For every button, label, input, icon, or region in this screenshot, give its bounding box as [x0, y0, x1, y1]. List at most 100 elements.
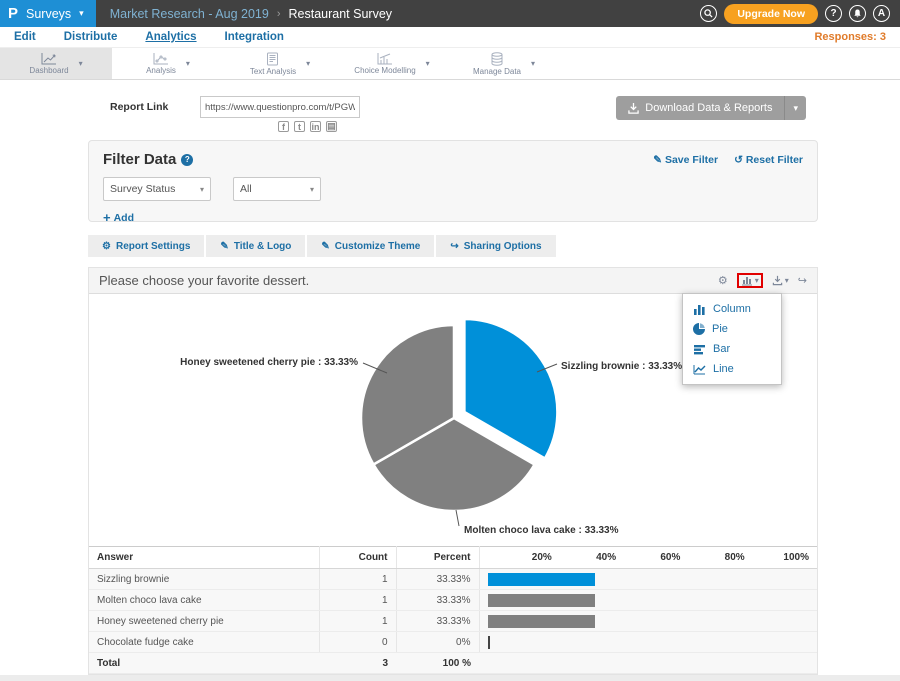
- edit-icon: ✎: [653, 154, 662, 166]
- tab-sharing-options[interactable]: ↪ Sharing Options: [436, 235, 555, 257]
- report-link-row: Report Link f t in ▤ Download Data & Rep…: [88, 94, 818, 130]
- menu-item-line[interactable]: Line: [683, 359, 781, 379]
- percent-cell: 33.33%: [396, 569, 479, 590]
- share-icon: ↪: [450, 241, 458, 252]
- filter-field-select[interactable]: Survey Status ▾: [103, 177, 211, 201]
- nav-integration[interactable]: Integration: [225, 31, 284, 43]
- download-data-reports-button[interactable]: Download Data & Reports ▾: [616, 96, 806, 120]
- search-icon[interactable]: [700, 5, 717, 22]
- report-link-label: Report Link: [110, 101, 168, 113]
- share-social-icons: f t in ▤: [278, 121, 337, 132]
- filter-data-title: Filter Data: [103, 151, 176, 168]
- chevron-down-icon: ▾: [300, 185, 314, 194]
- line-chart-icon: [693, 364, 706, 375]
- tab-analysis[interactable]: Analysis ▾: [112, 48, 224, 79]
- report-settings-tabs: ⚙ Report Settings ✎ Title & Logo ✎ Custo…: [88, 235, 818, 257]
- percent-cell: 33.33%: [396, 611, 479, 632]
- gear-icon: ⚙: [102, 241, 111, 252]
- count-column-header: Count: [319, 547, 396, 569]
- tab-report-settings[interactable]: ⚙ Report Settings: [88, 235, 204, 257]
- count-cell[interactable]: 1: [319, 611, 396, 632]
- menu-item-pie[interactable]: Pie: [683, 319, 781, 339]
- table-total-row: Total 3 100 %: [89, 653, 817, 674]
- count-cell[interactable]: 1: [319, 590, 396, 611]
- percent-bar: [488, 636, 490, 649]
- tab-choice-modelling[interactable]: Choice Modelling ▾: [336, 48, 448, 79]
- chevron-down-icon[interactable]: ▾: [426, 59, 430, 68]
- plus-icon: +: [103, 210, 111, 225]
- breadcrumb-separator: ›: [277, 8, 281, 20]
- filter-data-section: Filter Data ? ✎ Save Filter ↺ Reset Filt…: [88, 140, 818, 222]
- tab-text-analysis[interactable]: Text Analysis ▾: [224, 48, 336, 79]
- chart-type-icon[interactable]: ▾: [741, 275, 759, 286]
- answer-cell: Molten choco lava cake: [89, 590, 319, 611]
- tab-manage-data[interactable]: Manage Data ▾: [448, 48, 560, 79]
- menu-item-column[interactable]: Column: [683, 299, 781, 319]
- table-row: Molten choco lava cake 1 33.33%: [89, 590, 817, 611]
- help-icon[interactable]: ?: [825, 5, 842, 22]
- responses-count[interactable]: Responses: 3: [814, 31, 886, 43]
- table-row: Chocolate fudge cake 0 0%: [89, 632, 817, 653]
- table-row: Honey sweetened cherry pie 1 33.33%: [89, 611, 817, 632]
- chart-type-menu: Column Pie Bar Line: [682, 293, 782, 385]
- surveys-product-switcher[interactable]: P Surveys ▾: [0, 0, 96, 27]
- filter-value-select[interactable]: All ▾: [233, 177, 321, 201]
- menu-item-bar[interactable]: Bar: [683, 339, 781, 359]
- nav-edit[interactable]: Edit: [14, 31, 36, 43]
- tab-dashboard[interactable]: Dashboard ▾: [0, 48, 112, 79]
- questionpro-logo: P: [8, 5, 18, 22]
- chart-download-icon[interactable]: ▾: [772, 275, 789, 286]
- percent-cell: 0%: [396, 632, 479, 653]
- linkedin-icon[interactable]: in: [310, 121, 321, 132]
- column-chart-icon: [693, 304, 706, 315]
- breadcrumb-parent[interactable]: Market Research - Aug 2019: [110, 7, 269, 21]
- percent-cell: 33.33%: [396, 590, 479, 611]
- count-cell[interactable]: 1: [319, 569, 396, 590]
- download-icon: [628, 103, 639, 114]
- save-filter-link[interactable]: ✎ Save Filter: [653, 154, 718, 166]
- chart-settings-gears-icon[interactable]: ⚙: [718, 274, 728, 287]
- top-bar-actions: Upgrade Now ? A: [700, 0, 900, 27]
- database-icon: [490, 52, 504, 66]
- chart-share-icon[interactable]: ↪: [798, 274, 807, 287]
- analysis-chart-icon: [153, 52, 169, 65]
- reset-icon: ↺: [734, 154, 743, 166]
- avatar[interactable]: A: [873, 5, 890, 22]
- results-table: Answer Count Percent 20% 40% 60% 80% 100…: [89, 546, 817, 674]
- total-count: 3: [319, 653, 396, 674]
- nav-distribute[interactable]: Distribute: [64, 31, 118, 43]
- embed-icon[interactable]: ▤: [326, 121, 337, 132]
- analytics-toolbar: Dashboard ▾ Analysis ▾ Text Analysis ▾ C…: [0, 48, 900, 80]
- total-label: Total: [89, 653, 319, 674]
- question-chart-panel: Please choose your favorite dessert. ⚙ ▾…: [88, 267, 818, 675]
- tab-customize-theme[interactable]: ✎ Customize Theme: [307, 235, 434, 257]
- total-percent: 100 %: [396, 653, 479, 674]
- chevron-down-icon[interactable]: ▾: [531, 59, 535, 68]
- reset-filter-link[interactable]: ↺ Reset Filter: [734, 154, 803, 166]
- percent-scale-header: 20% 40% 60% 80% 100%: [479, 547, 817, 569]
- chevron-down-icon[interactable]: ▾: [79, 59, 83, 68]
- upgrade-now-button[interactable]: Upgrade Now: [724, 4, 818, 24]
- chevron-down-icon[interactable]: ▾: [306, 59, 310, 68]
- filter-help-icon[interactable]: ?: [181, 154, 193, 166]
- chevron-down-icon[interactable]: ▾: [186, 59, 190, 68]
- main-content: Report Link f t in ▤ Download Data & Rep…: [88, 94, 818, 675]
- pie-slice-label: Molten choco lava cake : 33.33%: [464, 525, 619, 536]
- count-cell[interactable]: 0: [319, 632, 396, 653]
- chevron-down-icon[interactable]: ▾: [755, 276, 759, 285]
- twitter-icon[interactable]: t: [294, 121, 305, 132]
- notifications-bell-icon[interactable]: [849, 5, 866, 22]
- report-link-input[interactable]: [200, 96, 360, 118]
- download-options-caret[interactable]: ▾: [784, 96, 806, 120]
- answer-cell: Sizzling brownie: [89, 569, 319, 590]
- answer-column-header: Answer: [89, 547, 319, 569]
- tab-title-logo[interactable]: ✎ Title & Logo: [206, 235, 305, 257]
- dashboard-chart-icon: [41, 52, 57, 65]
- top-bar: P Surveys ▾ Market Research - Aug 2019 ›…: [0, 0, 900, 27]
- chart-panel-header: Please choose your favorite dessert. ⚙ ▾…: [89, 268, 817, 294]
- chevron-down-icon[interactable]: ▾: [785, 276, 789, 285]
- add-filter-button[interactable]: + Add: [103, 210, 134, 225]
- nav-analytics[interactable]: Analytics: [145, 31, 196, 43]
- answer-cell: Honey sweetened cherry pie: [89, 611, 319, 632]
- facebook-icon[interactable]: f: [278, 121, 289, 132]
